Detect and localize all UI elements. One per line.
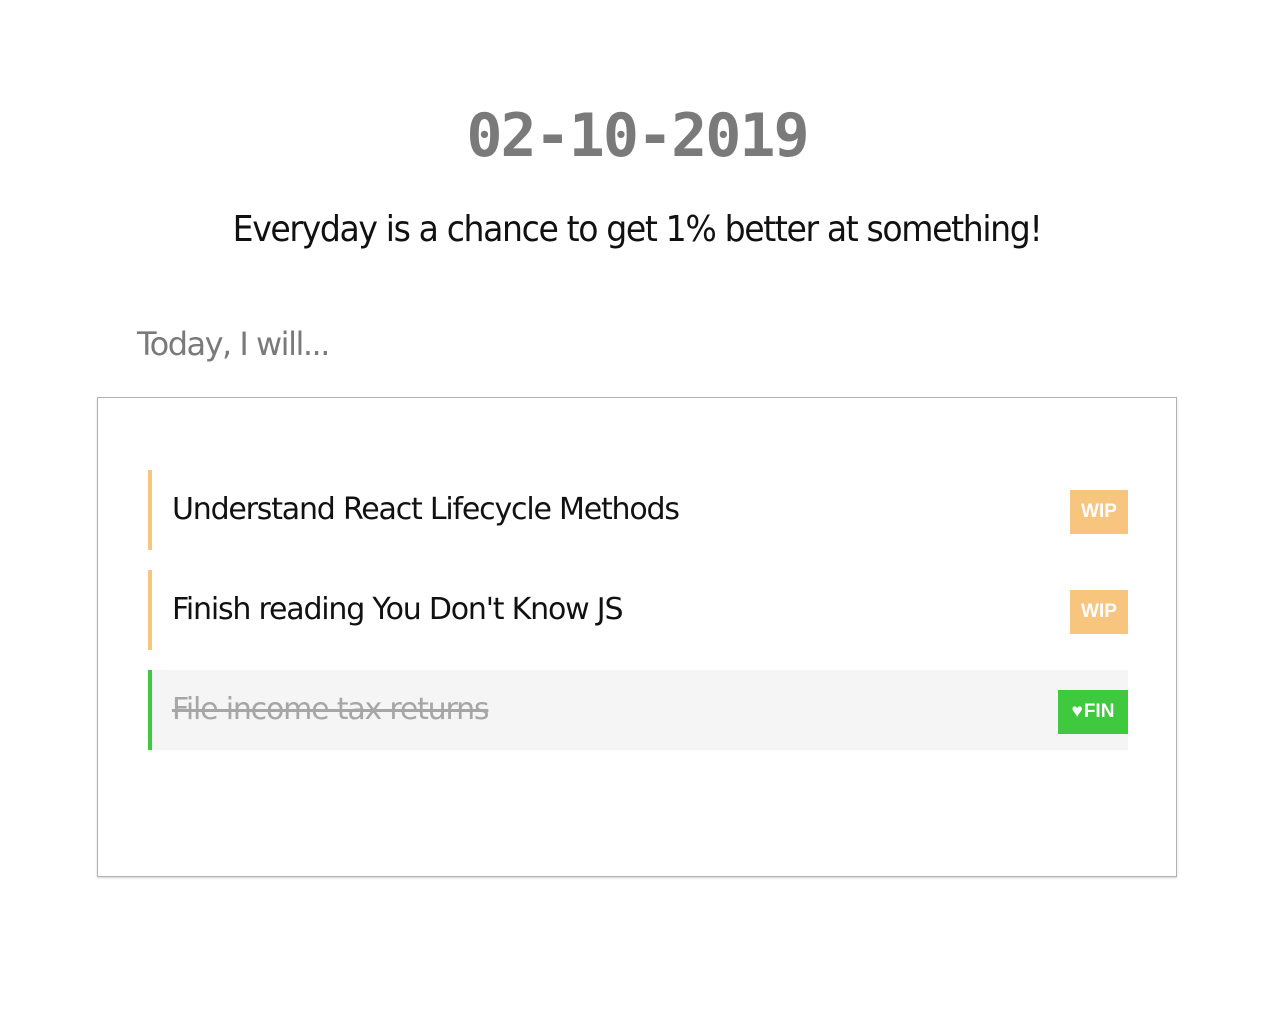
todo-item[interactable]: Understand React Lifecycle Methods WIP bbox=[148, 470, 1128, 550]
todo-item-text: File income tax returns bbox=[172, 692, 490, 727]
status-label: FIN bbox=[1083, 701, 1115, 722]
todo-prompt-label: Today, I will... bbox=[137, 325, 330, 363]
motto-heading: Everyday is a chance to get 1% better at… bbox=[232, 209, 1043, 250]
page-date: 02-10-2019 bbox=[466, 101, 809, 171]
heart-icon: ♥ bbox=[1071, 701, 1083, 722]
status-toggle-button[interactable]: WIP bbox=[1070, 590, 1128, 634]
todo-list-card: Understand React Lifecycle Methods WIP F… bbox=[97, 397, 1177, 877]
status-toggle-button[interactable]: ♥ FIN bbox=[1058, 690, 1128, 734]
todo-item-text: Finish reading You Don't Know JS bbox=[172, 592, 623, 627]
todo-item-text: Understand React Lifecycle Methods bbox=[172, 492, 680, 527]
todo-item[interactable]: Finish reading You Don't Know JS WIP bbox=[148, 570, 1128, 650]
todo-item-completed[interactable]: File income tax returns ♥ FIN bbox=[148, 670, 1128, 750]
status-toggle-button[interactable]: WIP bbox=[1070, 490, 1128, 534]
